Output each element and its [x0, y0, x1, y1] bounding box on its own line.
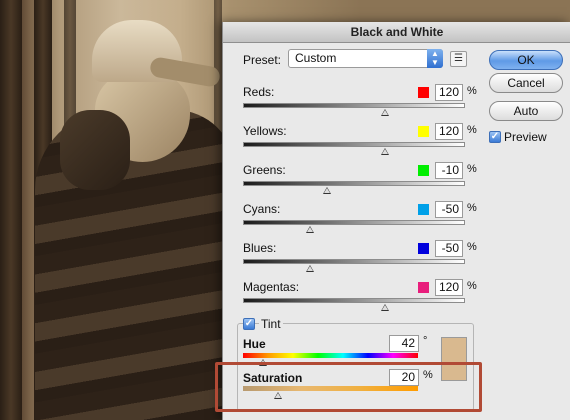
cyans-slider-track[interactable]	[243, 220, 465, 225]
saturation-highlight-box	[215, 362, 482, 412]
greens-color-swatch	[418, 165, 429, 176]
reds-input[interactable]: 120	[435, 84, 463, 101]
magentas-color-swatch	[418, 282, 429, 293]
yellows-color-swatch	[418, 126, 429, 137]
tint-label: Tint	[259, 317, 283, 331]
cyans-slider-thumb[interactable]	[305, 226, 314, 233]
hue-slider-track[interactable]	[243, 353, 418, 358]
blues-color-swatch	[418, 243, 429, 254]
yellows-slider-thumb[interactable]	[381, 148, 390, 155]
ok-button[interactable]: OK	[489, 50, 563, 70]
preset-label: Preset:	[243, 53, 282, 67]
yellows-unit: %	[467, 124, 477, 136]
greens-input[interactable]: -10	[435, 162, 463, 179]
yellows-input[interactable]: 120	[435, 123, 463, 140]
cyans-label: Cyans:	[243, 202, 281, 216]
hue-unit: °	[423, 335, 428, 347]
blues-slider-track[interactable]	[243, 259, 465, 264]
reds-color-swatch	[418, 87, 429, 98]
magentas-slider-track[interactable]	[243, 298, 465, 303]
blues-label: Blues:	[243, 241, 277, 255]
magentas-unit: %	[467, 280, 477, 292]
reds-slider-track[interactable]	[243, 103, 465, 108]
greens-unit: %	[467, 163, 477, 175]
magentas-input[interactable]: 120	[435, 279, 463, 296]
preset-value: Custom	[295, 51, 337, 65]
black-and-white-dialog: Black and White Preset: Custom ▲ ▼ ☰ OK C…	[222, 22, 570, 420]
blues-unit: %	[467, 241, 477, 253]
greens-label: Greens:	[243, 163, 286, 177]
cancel-button[interactable]: Cancel	[489, 73, 563, 93]
preset-select[interactable]: Custom ▲ ▼	[288, 49, 443, 68]
tint-checkbox[interactable]: ✓	[243, 318, 255, 330]
blues-slider-thumb[interactable]	[305, 265, 314, 272]
dialog-title: Black and White	[223, 22, 570, 43]
cyans-unit: %	[467, 202, 477, 214]
photo-pillar	[0, 0, 22, 420]
preview-checkbox[interactable]: ✓	[489, 131, 501, 143]
greens-slider-thumb[interactable]	[323, 187, 332, 194]
auto-button[interactable]: Auto	[489, 101, 563, 121]
reds-slider-thumb[interactable]	[381, 109, 390, 116]
reds-unit: %	[467, 85, 477, 97]
cyans-input[interactable]: -50	[435, 201, 463, 218]
hue-input[interactable]: 42	[389, 335, 419, 352]
hue-label: Hue	[243, 337, 266, 351]
reds-label: Reds:	[243, 85, 275, 99]
preview-label: Preview	[504, 130, 547, 144]
magentas-label: Magentas:	[243, 280, 300, 294]
cyans-color-swatch	[418, 204, 429, 215]
select-arrows-icon: ▲ ▼	[427, 49, 443, 68]
yellows-label: Yellows:	[243, 124, 287, 138]
yellows-slider-track[interactable]	[243, 142, 465, 147]
photo-hand	[60, 110, 130, 190]
preset-options-icon[interactable]: ☰	[450, 51, 467, 67]
greens-slider-track[interactable]	[243, 181, 465, 186]
blues-input[interactable]: -50	[435, 240, 463, 257]
magentas-slider-thumb[interactable]	[381, 304, 390, 311]
